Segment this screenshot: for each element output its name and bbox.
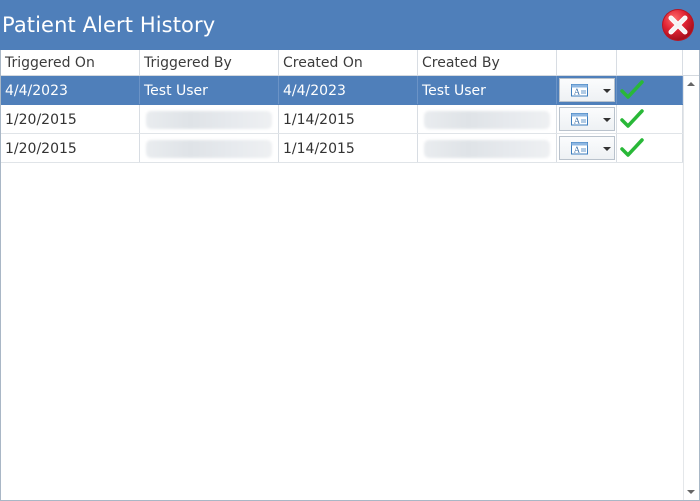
action-cell: A [557,105,617,133]
action-cell: A [557,76,617,104]
triggered-by-cell [140,105,279,133]
svg-text:A: A [573,88,580,97]
check-icon [620,80,644,99]
triggered-on-cell: 4/4/2023 [1,76,140,104]
document-action-dropdown[interactable]: A [559,107,615,131]
redacted-user-name [424,111,550,129]
column-header-action [557,50,617,75]
table-row[interactable]: 1/20/2015 1/14/2015 A [1,105,683,134]
scroll-header-spacer [683,50,699,75]
chevron-down-icon [603,147,611,151]
created-by-cell [418,134,557,162]
triggered-on-cell: 1/20/2015 [1,105,140,133]
title-bar: Patient Alert History [0,0,700,50]
triggered-by-cell [140,134,279,162]
status-cell [617,76,683,104]
check-icon [620,109,644,128]
document-action-dropdown[interactable]: A [559,78,615,102]
svg-text:A: A [573,146,580,155]
column-header-created-by[interactable]: Created By [418,50,557,75]
redacted-user-name [424,140,550,158]
created-by-cell: Test User [418,76,557,104]
chevron-down-icon [603,89,611,93]
close-button[interactable] [660,7,696,43]
scroll-down-icon[interactable] [687,490,695,494]
window-title: Patient Alert History [2,13,216,37]
created-on-cell: 1/14/2015 [279,105,418,133]
column-header-triggered-by[interactable]: Triggered By [140,50,279,75]
svg-text:A: A [573,117,580,126]
patient-alert-history-window: Patient Alert History Triggered On Trigg… [0,0,700,501]
chevron-down-icon [603,118,611,122]
status-cell [617,105,683,133]
column-header-status [617,50,683,75]
triggered-on-cell: 1/20/2015 [1,134,140,162]
document-icon: A [571,113,588,126]
scroll-up-icon[interactable] [687,82,695,86]
column-header-created-on[interactable]: Created On [279,50,418,75]
alert-history-grid: Triggered On Triggered By Created On Cre… [0,50,700,501]
created-on-cell: 4/4/2023 [279,76,418,104]
redacted-user-name [146,140,272,158]
column-header-triggered-on[interactable]: Triggered On [1,50,140,75]
table-header-row: Triggered On Triggered By Created On Cre… [1,50,699,76]
document-action-dropdown[interactable]: A [559,136,615,160]
table-row[interactable]: 4/4/2023 Test User 4/4/2023 Test User A [1,76,683,105]
check-icon [620,138,644,157]
action-cell: A [557,134,617,162]
table-row[interactable]: 1/20/2015 1/14/2015 A [1,134,683,163]
redacted-user-name [146,111,272,129]
triggered-by-cell: Test User [140,76,279,104]
created-by-cell [418,105,557,133]
status-cell [617,134,683,162]
document-icon: A [571,84,588,97]
close-icon [662,9,694,41]
document-icon: A [571,142,588,155]
created-on-cell: 1/14/2015 [279,134,418,162]
vertical-scrollbar[interactable] [683,76,699,500]
